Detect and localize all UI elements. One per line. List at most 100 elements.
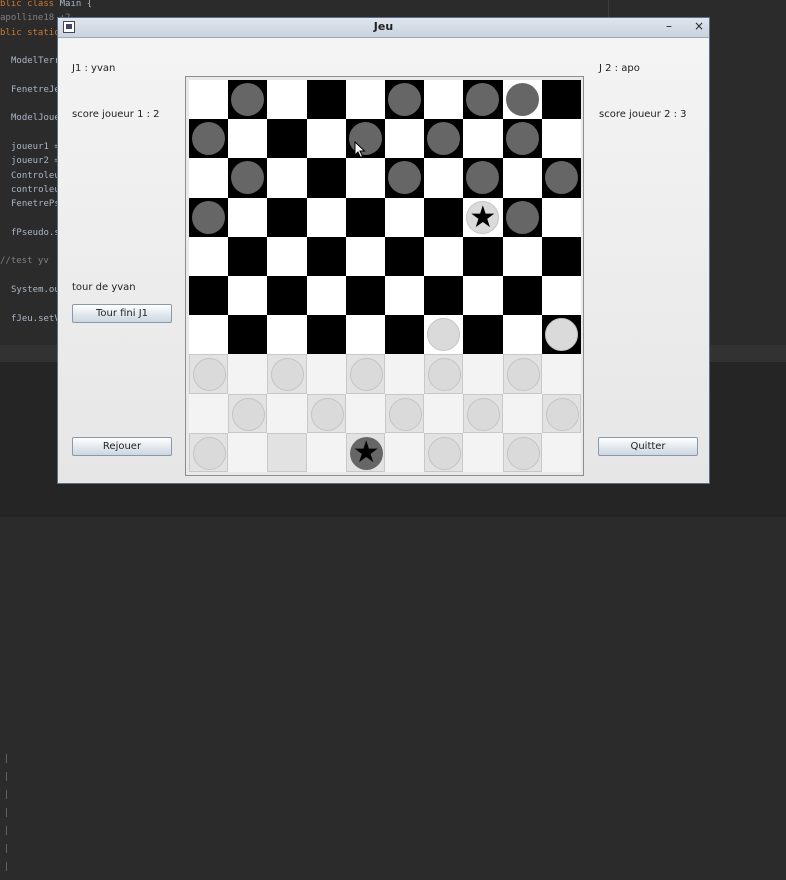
board-square[interactable] <box>228 158 268 198</box>
board-square[interactable] <box>424 315 464 355</box>
board-square[interactable] <box>306 80 346 120</box>
board-square[interactable] <box>502 236 542 276</box>
board-square[interactable] <box>463 80 503 120</box>
window-titlebar[interactable]: Jeu – × <box>58 18 709 38</box>
board-square[interactable] <box>345 80 385 120</box>
board-square[interactable] <box>424 158 464 198</box>
player2-piece[interactable] <box>192 122 225 156</box>
player1-piece[interactable] <box>428 358 462 392</box>
replay-button[interactable]: Rejouer <box>72 437 172 456</box>
board-square[interactable] <box>267 197 307 237</box>
quit-button[interactable]: Quitter <box>598 437 698 456</box>
board-square[interactable] <box>267 80 307 120</box>
board-square[interactable] <box>189 236 229 276</box>
board-square[interactable] <box>189 393 229 433</box>
board-square[interactable] <box>267 393 307 433</box>
player1-piece[interactable] <box>310 397 344 431</box>
board-square[interactable] <box>424 80 464 120</box>
board-square[interactable] <box>267 236 307 276</box>
board-square[interactable] <box>228 275 268 316</box>
board-square[interactable] <box>502 315 542 355</box>
board-square[interactable] <box>541 393 581 433</box>
board-square[interactable] <box>463 158 503 198</box>
board-square[interactable] <box>502 158 542 198</box>
player2-piece[interactable] <box>505 83 539 116</box>
board-square[interactable] <box>189 354 229 394</box>
board-square[interactable] <box>384 80 425 120</box>
board-square[interactable] <box>189 158 229 198</box>
board-square[interactable] <box>306 354 346 394</box>
board-square[interactable] <box>306 236 346 276</box>
player1-piece[interactable] <box>506 436 540 470</box>
player2-piece[interactable] <box>466 83 500 116</box>
board-square[interactable] <box>463 432 503 472</box>
board-square[interactable] <box>189 432 229 472</box>
player1-piece[interactable] <box>544 318 578 352</box>
board-square[interactable] <box>345 197 385 237</box>
board-square[interactable] <box>189 315 229 355</box>
board-square[interactable] <box>345 158 385 198</box>
player1-piece[interactable] <box>193 358 226 392</box>
player2-piece[interactable] <box>505 122 539 156</box>
board-square[interactable] <box>463 275 503 316</box>
board-square[interactable] <box>306 119 346 159</box>
board-square[interactable] <box>463 315 503 355</box>
board-square[interactable] <box>384 315 425 355</box>
board-square[interactable] <box>189 119 229 159</box>
player1-piece[interactable] <box>428 436 462 470</box>
end-turn-button[interactable]: Tour fini J1 <box>72 304 172 323</box>
board-square[interactable] <box>463 236 503 276</box>
board-square[interactable] <box>502 275 542 316</box>
board-square[interactable] <box>541 80 581 120</box>
board-square[interactable] <box>424 236 464 276</box>
board-square[interactable] <box>463 393 503 433</box>
player1-piece[interactable] <box>271 358 305 392</box>
board-square[interactable] <box>306 315 346 355</box>
board-square[interactable] <box>345 315 385 355</box>
board-square[interactable] <box>502 80 542 120</box>
board-square[interactable] <box>502 197 542 237</box>
board-square[interactable] <box>424 354 464 394</box>
board-square[interactable] <box>384 432 425 472</box>
board-square[interactable] <box>267 432 307 472</box>
player1-piece[interactable] <box>545 397 579 431</box>
board-square[interactable] <box>228 197 268 237</box>
board-square[interactable] <box>228 393 268 433</box>
board-square[interactable] <box>541 432 581 472</box>
player1-piece[interactable] <box>506 358 540 392</box>
board-square[interactable] <box>541 236 581 276</box>
board-square[interactable] <box>541 158 581 198</box>
board-square[interactable] <box>306 158 346 198</box>
player2-piece[interactable] <box>544 161 578 195</box>
board-square[interactable]: ★ <box>463 197 503 237</box>
board-square[interactable] <box>463 119 503 159</box>
board-square[interactable] <box>306 197 346 237</box>
player2-piece[interactable] <box>387 83 421 116</box>
player1-piece[interactable] <box>349 358 383 392</box>
board-square[interactable] <box>502 393 542 433</box>
player2-piece[interactable] <box>387 161 421 195</box>
player2-piece[interactable] <box>231 161 265 195</box>
board-square[interactable] <box>424 119 464 159</box>
board-square[interactable] <box>228 432 268 472</box>
board-square[interactable] <box>502 354 542 394</box>
board-square[interactable] <box>267 275 307 316</box>
player1-piece[interactable] <box>427 318 461 352</box>
minimize-button[interactable]: – <box>666 19 672 33</box>
board-square[interactable] <box>345 275 385 316</box>
board-square[interactable] <box>384 354 425 394</box>
board-square[interactable] <box>189 197 229 237</box>
board-square[interactable] <box>267 354 307 394</box>
king-piece[interactable]: ★ <box>466 200 500 235</box>
board-square[interactable] <box>228 236 268 276</box>
close-button[interactable]: × <box>694 19 704 33</box>
board-square[interactable] <box>228 315 268 355</box>
board-square[interactable] <box>267 315 307 355</box>
board-square[interactable] <box>502 432 542 472</box>
board-square[interactable] <box>267 158 307 198</box>
board-square[interactable] <box>384 158 425 198</box>
player1-piece[interactable] <box>232 397 266 431</box>
player2-piece[interactable] <box>231 83 265 116</box>
king-piece[interactable]: ★ <box>349 435 383 470</box>
board-square[interactable] <box>541 119 581 159</box>
